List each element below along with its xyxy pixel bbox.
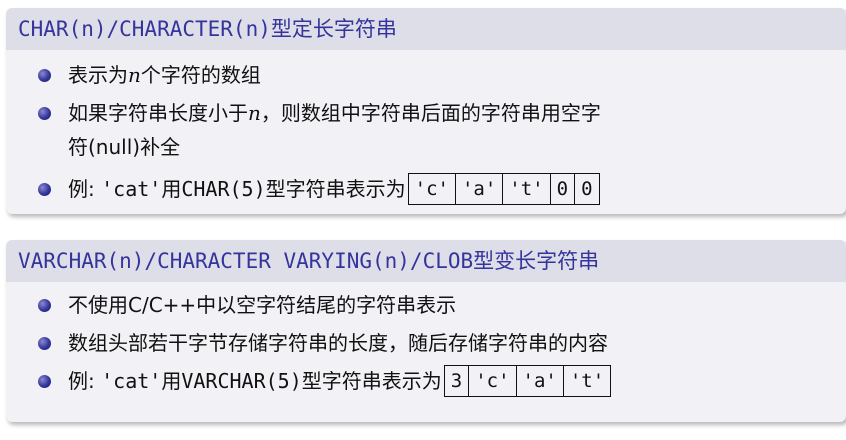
storage-cell: 3 <box>450 369 463 392</box>
storage-cell: 'c' <box>468 365 515 396</box>
bullet-icon <box>38 107 51 120</box>
varchar-block: VARCHAR(n)/CHARACTER VARYING(n)/CLOB型变长字… <box>6 240 846 422</box>
item-text: 表示为 <box>68 63 128 87</box>
code-type: VARCHAR(5) <box>181 369 302 393</box>
storage-cell: 'a' <box>515 365 563 396</box>
char-storage-cells: 'c' 'a' 't' 0 0 <box>407 172 600 205</box>
item-text: 用 <box>161 177 182 201</box>
varchar-storage-cells: 3 'c' 'a' 't' <box>443 364 612 397</box>
bullet-icon <box>38 183 51 196</box>
code-type: CHAR(5) <box>181 177 266 201</box>
math-var: n <box>248 101 261 125</box>
item-text: 数组头部若干字节存储字符串的长度，随后存储字符串的内容 <box>68 331 608 355</box>
item-text-continued: 符(null)补全 <box>68 135 181 159</box>
item-text: 不使用C/C++中以空字符结尾的字符串表示 <box>68 293 457 317</box>
char-block: CHAR(n)/CHARACTER(n)型定长字符串 表示为n个字符的数组 如果… <box>6 8 846 214</box>
varchar-item-1: 不使用C/C++中以空字符结尾的字符串表示 <box>6 288 846 322</box>
storage-cell: 'c' <box>414 177 449 200</box>
storage-cell: 't' <box>562 365 610 396</box>
storage-cell: 0 <box>574 173 598 204</box>
item-text: 例: <box>68 369 102 393</box>
bullet-icon <box>38 299 51 312</box>
item-text: 用 <box>161 369 182 393</box>
storage-cell: 0 <box>549 173 574 204</box>
item-text: 个字符的数组 <box>140 63 261 87</box>
bullet-icon <box>38 337 51 350</box>
char-items: 表示为n个字符的数组 如果字符串长度小于n，则数组中字符串后面的字符串用空字 符… <box>6 58 846 207</box>
storage-cell: 'a' <box>454 173 502 204</box>
bullet-icon <box>38 69 51 82</box>
item-text: ，则数组中字符串后面的字符串用空字 <box>260 101 601 125</box>
math-var: n <box>128 63 141 87</box>
item-text: 型字符串表示为 <box>301 369 442 393</box>
item-text: 型字符串表示为 <box>265 177 406 201</box>
code-literal: 'cat' <box>101 177 162 201</box>
varchar-block-title: VARCHAR(n)/CHARACTER VARYING(n)/CLOB型变长字… <box>6 240 846 282</box>
char-block-title: CHAR(n)/CHARACTER(n)型定长字符串 <box>6 8 846 50</box>
char-item-2: 如果字符串长度小于n，则数组中字符串后面的字符串用空字 符(null)补全 <box>6 96 846 164</box>
item-text: 例: <box>68 177 102 201</box>
storage-cell: 't' <box>502 173 549 204</box>
varchar-item-3: 例: 'cat'用VARCHAR(5)型字符串表示为 3 'c' 'a' 't' <box>6 364 846 399</box>
varchar-item-2: 数组头部若干字节存储字符串的长度，随后存储字符串的内容 <box>6 326 846 360</box>
item-text: 如果字符串长度小于 <box>68 101 248 125</box>
char-item-3: 例: 'cat'用CHAR(5)型字符串表示为 'c' 'a' 't' 0 0 <box>6 172 846 207</box>
char-item-1: 表示为n个字符的数组 <box>6 58 846 92</box>
code-literal: 'cat' <box>101 369 162 393</box>
varchar-items: 不使用C/C++中以空字符结尾的字符串表示 数组头部若干字节存储字符串的长度，随… <box>6 288 846 399</box>
bullet-icon <box>38 375 51 388</box>
